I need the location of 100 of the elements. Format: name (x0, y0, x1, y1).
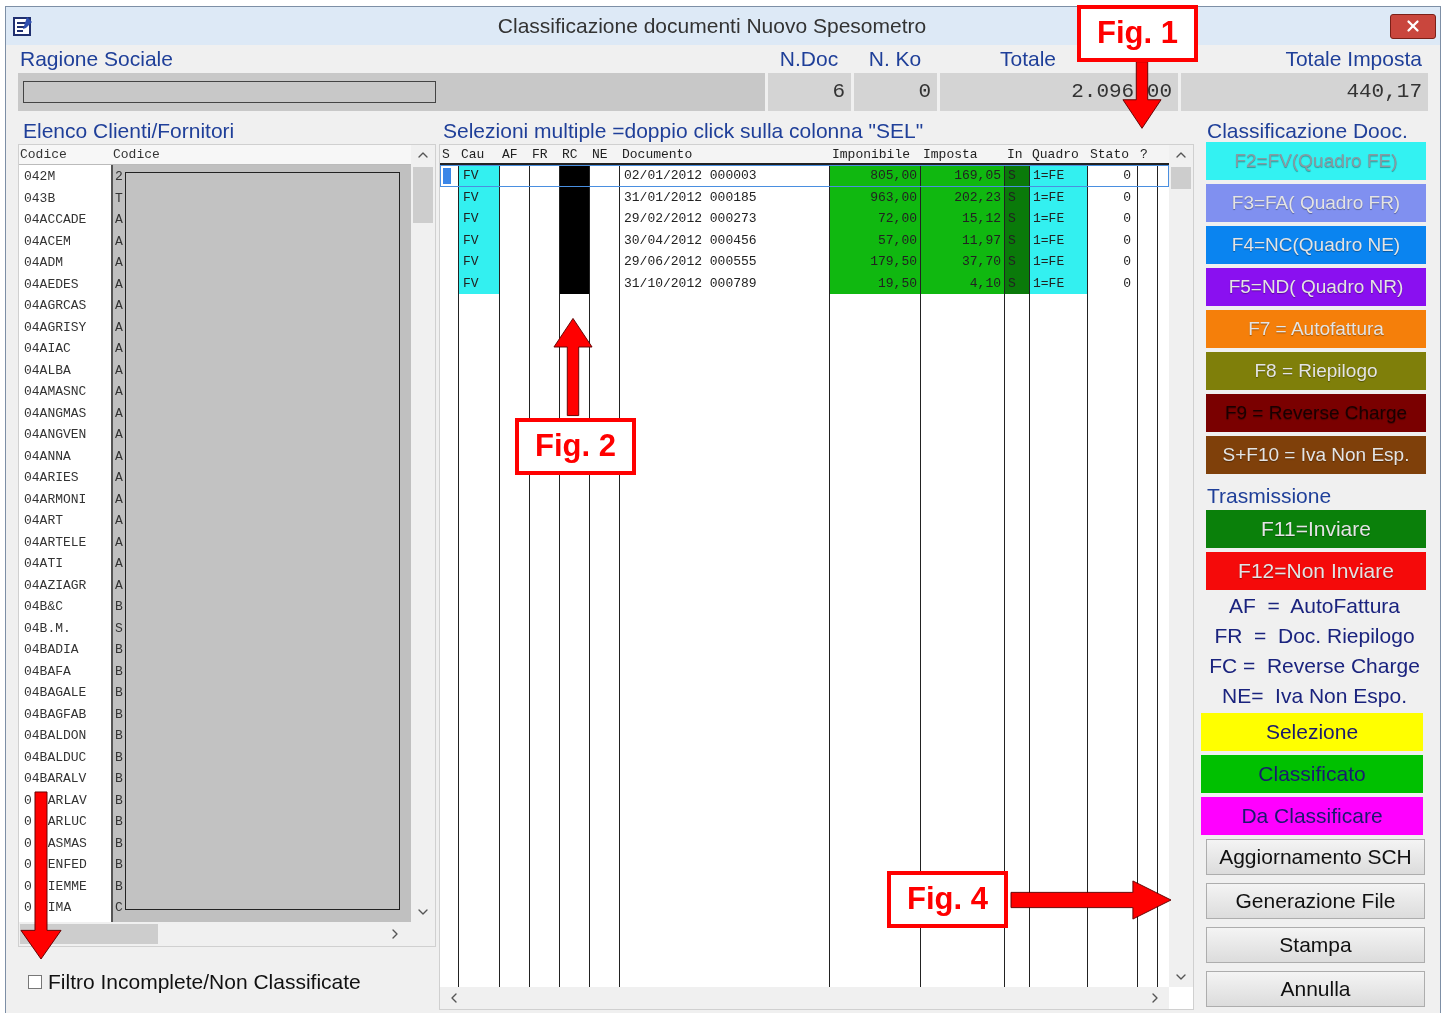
client-code[interactable]: 04ANGVEN (24, 424, 87, 446)
client-code[interactable]: 04ACEM (24, 230, 71, 252)
vertical-scrollbar[interactable] (1169, 145, 1193, 987)
client-name[interactable]: B (113, 725, 127, 747)
client-code[interactable]: 04ADM (24, 252, 63, 274)
column-header[interactable]: FR (530, 145, 560, 163)
client-name[interactable]: A (113, 381, 127, 403)
column-header[interactable]: AF (500, 145, 530, 163)
client-name[interactable]: B (113, 811, 127, 833)
client-name[interactable]: A (113, 230, 127, 252)
client-name[interactable]: A (113, 488, 127, 510)
scroll-thumb[interactable] (413, 167, 433, 223)
client-name[interactable]: B (113, 703, 127, 725)
client-name[interactable]: C (113, 897, 127, 919)
column-header[interactable]: S (440, 145, 459, 163)
client-name[interactable]: B (113, 875, 127, 897)
client-code[interactable]: 04AGRCAS (24, 295, 87, 317)
client-name[interactable]: A (113, 510, 127, 532)
column-header[interactable]: Imposta (921, 145, 1005, 163)
column-header[interactable]: Imponibile (830, 145, 921, 163)
client-name[interactable]: A (113, 338, 127, 360)
client-name[interactable]: T (113, 187, 127, 209)
transmission-button[interactable]: F11=Inviare (1206, 510, 1426, 548)
client-name[interactable]: A (113, 467, 127, 489)
action-button[interactable]: Stampa (1206, 927, 1425, 963)
client-name[interactable]: B (113, 682, 127, 704)
scroll-thumb[interactable] (1171, 167, 1192, 189)
ragione-sociale-field[interactable] (23, 81, 436, 103)
client-name[interactable]: B (113, 832, 127, 854)
client-name[interactable]: A (113, 316, 127, 338)
client-code[interactable]: 04AZIAGR (24, 574, 87, 596)
client-name[interactable]: A (113, 252, 127, 274)
vertical-scrollbar[interactable] (411, 145, 435, 922)
client-code[interactable]: 04BAGFAB (24, 703, 87, 725)
column-header[interactable]: RC (560, 145, 590, 163)
client-name[interactable]: A (113, 445, 127, 467)
document-row[interactable]: FV 29/06/2012 000555 179,50 37,70 S 1=FE 0 (440, 251, 1170, 273)
client-code[interactable]: 042M (24, 166, 56, 188)
client-code[interactable]: 0 (24, 789, 32, 811)
client-code[interactable]: 0 (24, 832, 32, 854)
document-row[interactable]: FV 31/10/2012 000789 19,50 4,10 S 1=FE 0 (440, 272, 1170, 294)
client-name[interactable]: A (113, 574, 127, 596)
client-code[interactable]: 043B (24, 187, 56, 209)
client-code[interactable]: ENFED (47, 854, 87, 876)
client-name[interactable]: B (113, 768, 127, 790)
client-code[interactable]: 04BADIA (24, 639, 79, 661)
client-code[interactable]: 04BAGALE (24, 682, 87, 704)
client-code[interactable]: 04AIAC (24, 338, 71, 360)
client-code[interactable]: 04ARMONI (24, 488, 87, 510)
client-code[interactable]: 04B&C (24, 596, 63, 618)
filter-label[interactable]: Filtro Incomplete/Non Classificate (48, 966, 361, 998)
client-name[interactable]: A (113, 273, 127, 295)
client-code[interactable]: IMA (47, 897, 72, 919)
client-name[interactable]: B (113, 639, 127, 661)
client-code[interactable]: ASMAS (47, 832, 87, 854)
client-name[interactable]: 2 (113, 166, 127, 188)
client-code[interactable]: 04ARTELE (24, 531, 87, 553)
client-name[interactable]: S (113, 617, 127, 639)
action-button[interactable]: Generazione File (1206, 883, 1425, 919)
client-code[interactable]: 04ANGMAS (24, 402, 87, 424)
client-code[interactable]: ARLUC (47, 811, 87, 833)
client-code[interactable]: 04BALDUC (24, 746, 87, 768)
filter-checkbox[interactable] (28, 974, 42, 989)
client-name[interactable]: B (113, 746, 127, 768)
client-code[interactable]: IEMME (47, 875, 87, 897)
classification-button[interactable]: F5=ND( Quadro NR) (1206, 268, 1426, 306)
client-name[interactable]: B (113, 789, 127, 811)
client-name[interactable]: A (113, 402, 127, 424)
client-code[interactable]: 04ALBA (24, 359, 71, 381)
client-name[interactable]: B (113, 854, 127, 876)
document-row[interactable]: FV 31/01/2012 000185 963,00 202,23 S 1=FE 0 (440, 186, 1170, 208)
client-code[interactable]: 04AMASNC (24, 381, 87, 403)
client-code[interactable]: 04ART (24, 510, 63, 532)
document-row[interactable]: FV 29/02/2012 000273 72,00 15,12 S 1=FE 0 (440, 208, 1170, 230)
client-name[interactable]: A (113, 424, 127, 446)
client-name[interactable]: B (113, 596, 127, 618)
client-code[interactable]: 04BARALV (24, 768, 87, 790)
client-code[interactable]: ARLAV (47, 789, 87, 811)
column-header[interactable]: In (1005, 145, 1030, 163)
column-header[interactable]: Documento (620, 145, 830, 163)
client-code[interactable]: 04ARIES (24, 467, 79, 489)
client-code[interactable]: 04B.M. (24, 617, 71, 639)
client-code[interactable]: 04ATI (24, 553, 63, 575)
document-row[interactable]: FV 30/04/2012 000456 57,00 11,97 S 1=FE 0 (440, 229, 1170, 251)
client-code[interactable]: 0 (24, 854, 32, 876)
client-name[interactable]: A (113, 295, 127, 317)
client-code[interactable]: 04ANNA (24, 445, 71, 467)
document-row[interactable]: FV 02/01/2012 000003 805,00 169,05 S 1=FE 0 (440, 165, 1170, 187)
column-header[interactable]: Quadro (1030, 145, 1088, 163)
horizontal-scrollbar[interactable] (440, 987, 1169, 1009)
client-code[interactable]: 0 (24, 811, 32, 833)
column-header[interactable]: Cau (459, 145, 500, 163)
client-name[interactable]: A (113, 553, 127, 575)
client-code[interactable]: 04BAFA (24, 660, 71, 682)
client-name[interactable]: B (113, 660, 127, 682)
client-code[interactable]: 04ACCADE (24, 209, 87, 231)
client-name[interactable]: A (113, 531, 127, 553)
action-button[interactable]: Annulla (1206, 971, 1425, 1007)
column-header[interactable]: NE (590, 145, 620, 163)
client-name[interactable]: A (113, 359, 127, 381)
